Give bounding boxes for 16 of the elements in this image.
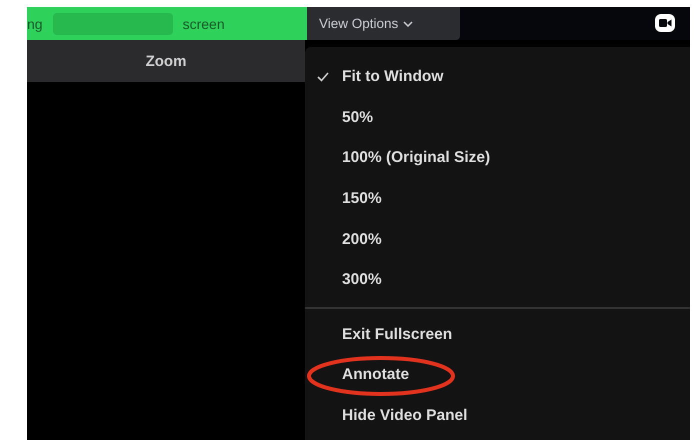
caret-icon <box>403 20 414 26</box>
menu-item[interactable]: Hide Video Panel <box>305 396 690 436</box>
window-title: Zoom <box>27 40 305 82</box>
menu-item[interactable]: Exit Fullscreen <box>305 314 690 356</box>
menu-item[interactable]: 200% <box>305 219 690 260</box>
view-options-button[interactable]: View Options <box>307 7 460 40</box>
checkmark-icon <box>317 72 329 82</box>
menu-item[interactable]: 300% <box>305 260 690 301</box>
banner-text: screen <box>182 16 225 32</box>
menu-item[interactable]: 100% (Original Size) <box>305 138 690 179</box>
menu-item[interactable]: 50% <box>305 98 690 138</box>
menu-item[interactable]: Annotate <box>305 355 690 396</box>
menu-item[interactable]: 150% <box>305 178 690 220</box>
video-camera-icon[interactable] <box>655 14 675 32</box>
menu-item[interactable]: Fit to Window <box>305 57 690 98</box>
banner-text: ng <box>27 16 43 32</box>
